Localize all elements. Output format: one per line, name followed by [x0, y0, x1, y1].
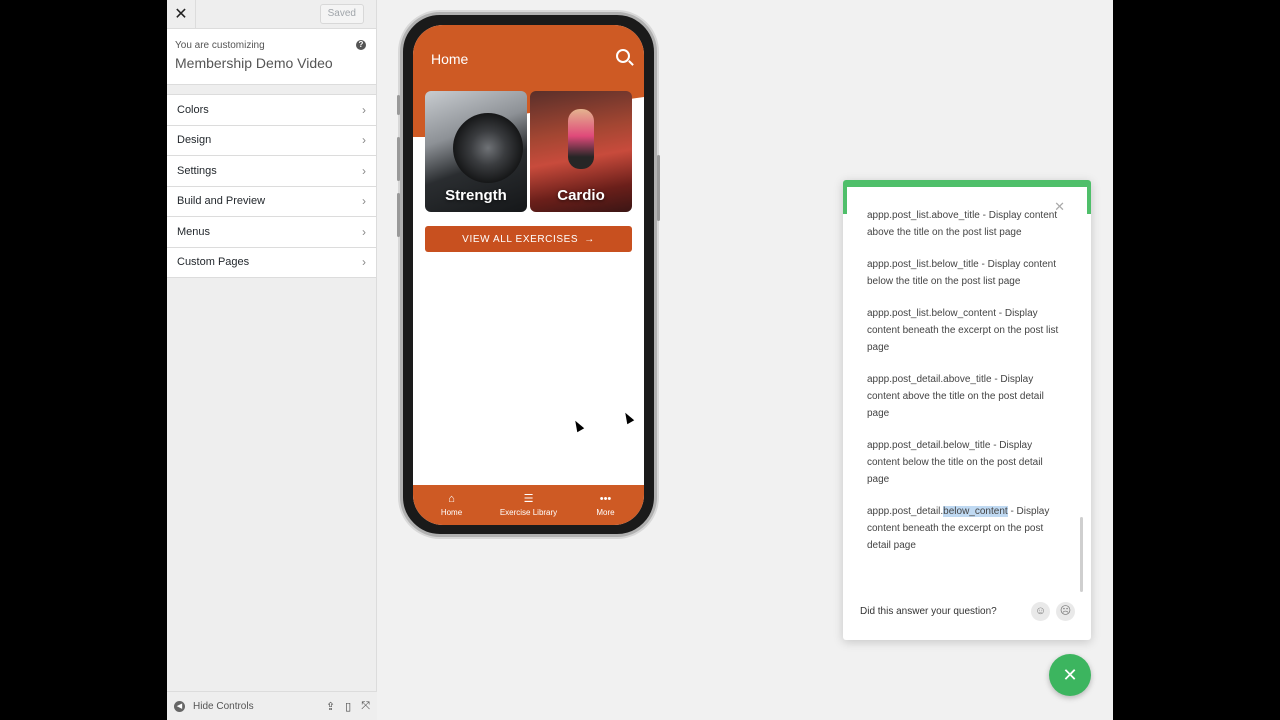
feedback-question: Did this answer your question? — [860, 606, 997, 617]
chevron-right-icon: › — [362, 133, 366, 148]
phone-side-button — [397, 95, 400, 115]
exercise-card-cardio[interactable]: Cardio — [530, 91, 632, 212]
sidebar-menu: Colors › Design › Settings › Build and Prev… — [167, 94, 376, 278]
tab-label: More — [596, 507, 615, 517]
hook-entry-selected: appp.post_detail.below_content - Display… — [867, 503, 1062, 554]
hook-prefix: appp.post_detail. — [867, 506, 944, 517]
bottom-tab-bar: ⌂ Home ☰ Exercise Library ••• More — [413, 485, 644, 525]
customizing-label: You are customizing — [175, 40, 265, 51]
tab-exercise-library[interactable]: ☰ Exercise Library — [490, 485, 567, 525]
barbell-image — [453, 113, 523, 183]
help-chat-panel: ✕ appp.post_list.above_title - Display c… — [843, 180, 1091, 640]
chevron-right-icon: › — [362, 163, 366, 178]
chevron-right-icon: › — [362, 194, 366, 209]
hook-entry: appp.post_list.below_title - Display con… — [867, 259, 1056, 287]
sidebar-item-label: Colors — [177, 103, 209, 116]
sad-face-icon[interactable]: ☹ — [1056, 602, 1075, 621]
sidebar-item-colors[interactable]: Colors › — [167, 95, 376, 126]
sidebar-header: ✕ Saved — [167, 0, 376, 29]
exercise-card-strength[interactable]: Strength — [425, 91, 527, 212]
customizer-stage: ✕ Saved You are customizing Membership D… — [167, 0, 1113, 720]
collapse-icon[interactable]: ◀ — [174, 700, 185, 712]
help-article: ✕ appp.post_list.above_title - Display c… — [847, 187, 1087, 637]
phone-preview: Home Strength Cardio VIEW ALL EXERCISES … — [397, 12, 660, 537]
device-preview-controls: ⇪ ▯ ⤧ — [326, 700, 370, 713]
view-all-label: VIEW ALL EXERCISES — [462, 233, 579, 245]
sidebar-item-settings[interactable]: Settings › — [167, 156, 376, 187]
sidebar-footer: ◀ Hide Controls ⇪ ▯ ⤧ — [167, 691, 377, 720]
customizer-sidebar: ✕ Saved You are customizing Membership D… — [167, 0, 377, 720]
selected-text: below_content — [943, 506, 1008, 517]
saved-button[interactable]: Saved — [319, 4, 364, 24]
mobile-preview-icon[interactable]: ▯ — [345, 700, 351, 713]
close-help-button[interactable]: ✕ — [1049, 654, 1091, 696]
sidebar-item-build-and-preview[interactable]: Build and Preview › — [167, 186, 376, 217]
phone-side-button — [397, 193, 400, 237]
card-label: Strength — [445, 187, 507, 204]
more-icon: ••• — [599, 492, 612, 505]
tab-label: Exercise Library — [499, 507, 558, 517]
chevron-right-icon: › — [362, 224, 366, 239]
hook-entry: appp.post_detail.below_title - Display c… — [867, 440, 1043, 485]
hook-entry: appp.post_detail.above_title - Display c… — [867, 374, 1044, 419]
sidebar-item-custom-pages[interactable]: Custom Pages › — [167, 247, 376, 278]
app-title: Home — [431, 51, 469, 67]
tab-home[interactable]: ⌂ Home — [413, 485, 490, 525]
sidebar-item-label: Design — [177, 134, 212, 147]
happy-face-icon[interactable]: ☺ — [1031, 602, 1050, 621]
arrow-right-icon: → — [584, 233, 595, 245]
card-label: Cardio — [557, 187, 605, 204]
hook-list: appp.post_list.above_title - Display con… — [867, 207, 1062, 569]
sidebar-item-label: Menus — [177, 225, 211, 238]
customizing-info: You are customizing Membership Demo Vide… — [167, 29, 376, 85]
phone-side-button — [657, 155, 660, 221]
desktop-preview-icon[interactable]: ⇪ — [326, 700, 335, 713]
hide-controls-button[interactable]: Hide Controls — [193, 701, 254, 712]
hook-entry: appp.post_list.above_title - Display con… — [867, 210, 1058, 238]
hook-entry: appp.post_list.below_content - Display c… — [867, 308, 1059, 353]
site-name: Membership Demo Video — [175, 55, 333, 71]
home-icon: ⌂ — [448, 492, 455, 505]
sidebar-item-menus[interactable]: Menus › — [167, 217, 376, 248]
sidebar-item-label: Build and Preview — [177, 195, 266, 208]
athlete-image — [568, 109, 594, 169]
feedback-buttons: ☺ ☹ — [1031, 602, 1075, 621]
chevron-right-icon: › — [362, 255, 366, 270]
tab-label: Home — [440, 507, 463, 517]
view-all-exercises-button[interactable]: VIEW ALL EXERCISES → — [425, 226, 632, 252]
scrollbar[interactable] — [1080, 517, 1083, 592]
fullscreen-icon[interactable]: ⤧ — [361, 700, 370, 713]
feedback-row: Did this answer your question? ☺ ☹ — [860, 602, 1075, 621]
sidebar-item-label: Settings — [177, 164, 217, 177]
sidebar-item-label: Custom Pages — [177, 256, 250, 269]
tab-more[interactable]: ••• More — [567, 485, 644, 525]
help-icon[interactable]: ? — [356, 40, 366, 50]
phone-screen: Home Strength Cardio VIEW ALL EXERCISES … — [413, 25, 644, 525]
sidebar-item-design[interactable]: Design › — [167, 125, 376, 156]
close-customizer-button[interactable]: ✕ — [167, 0, 196, 28]
chevron-right-icon: › — [362, 102, 366, 117]
phone-side-button — [397, 137, 400, 181]
list-icon: ☰ — [523, 492, 534, 505]
search-icon[interactable] — [616, 49, 630, 63]
